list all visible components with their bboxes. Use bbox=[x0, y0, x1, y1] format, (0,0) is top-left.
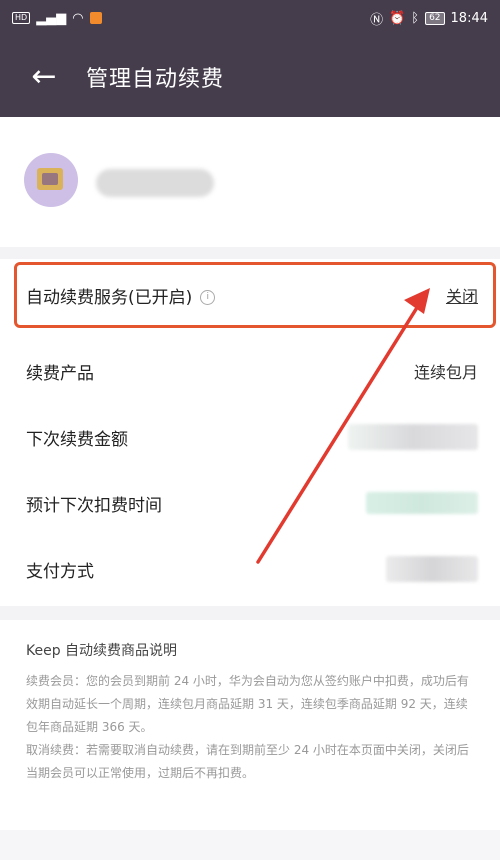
status-icons-left: HD ▂▄▆ ◠ bbox=[12, 11, 102, 26]
next-amount-label: 下次续费金额 bbox=[26, 429, 128, 450]
clock: 18:44 bbox=[450, 10, 488, 26]
next-charge-time-label: 预计下次扣费时间 bbox=[26, 495, 162, 516]
info-icon[interactable]: i bbox=[200, 290, 216, 305]
signal-icon: ▂▄▆ bbox=[36, 10, 67, 26]
description-paragraph: 取消续费：若需要取消自动续费，请在到期前至少 24 小时在本页面中关闭，关闭后当… bbox=[26, 743, 469, 780]
next-charge-time-row: 预计下次扣费时间 bbox=[0, 470, 500, 536]
next-amount-row: 下次续费金额 bbox=[0, 404, 500, 470]
renew-product-value: 连续包月 bbox=[413, 363, 478, 382]
auto-renew-label: 自动续费服务(已开启) i bbox=[26, 283, 446, 308]
payment-method-row: 支付方式 bbox=[0, 536, 500, 602]
bluetooth-icon: ᛒ bbox=[411, 10, 420, 26]
nfc-icon: Ⓝ bbox=[370, 12, 384, 28]
bottom-divider bbox=[0, 830, 500, 860]
renew-product-row: 续费产品 连续包月 bbox=[0, 338, 500, 404]
app-notification-icon bbox=[89, 12, 102, 24]
description-title: Keep 自动续费商品说明 bbox=[26, 643, 178, 659]
close-auto-renew-link[interactable]: 关闭 bbox=[446, 283, 478, 307]
hd-badge: HD bbox=[12, 12, 31, 24]
profile-section bbox=[0, 117, 500, 247]
alarm-icon: ⏰ bbox=[389, 10, 406, 26]
back-arrow-icon[interactable]: ← bbox=[14, 47, 74, 107]
avatar bbox=[24, 153, 78, 207]
battery-icon: 62 bbox=[425, 11, 445, 25]
page-title: 管理自动续费 bbox=[86, 66, 225, 92]
auto-renew-row: 自动续费服务(已开启) i 关闭 bbox=[0, 262, 500, 328]
status-bar: HD ▂▄▆ ◠ Ⓝ ⏰ ᛒ 62 18:44 bbox=[0, 0, 500, 36]
blurred-username bbox=[96, 169, 214, 197]
blurred-charge-time bbox=[366, 492, 478, 514]
divider bbox=[0, 606, 500, 620]
divider bbox=[0, 247, 500, 259]
description-paragraph: 续费会员：您的会员到期前 24 小时，华为会自动为您从签约账户中扣费，成功后有效… bbox=[26, 674, 469, 734]
status-icons-right: Ⓝ ⏰ ᛒ 62 18:44 bbox=[370, 9, 488, 28]
renew-product-label: 续费产品 bbox=[26, 363, 94, 384]
blurred-payment-method bbox=[386, 556, 478, 582]
description-section: Keep 自动续费商品说明 续费会员：您的会员到期前 24 小时，华为会自动为您… bbox=[0, 620, 500, 830]
avatar-image bbox=[37, 168, 63, 190]
wifi-icon: ◠ bbox=[72, 10, 84, 26]
payment-method-label: 支付方式 bbox=[26, 561, 94, 582]
blurred-amount bbox=[348, 424, 478, 450]
app-bar: ← 管理自动续费 bbox=[0, 36, 500, 117]
